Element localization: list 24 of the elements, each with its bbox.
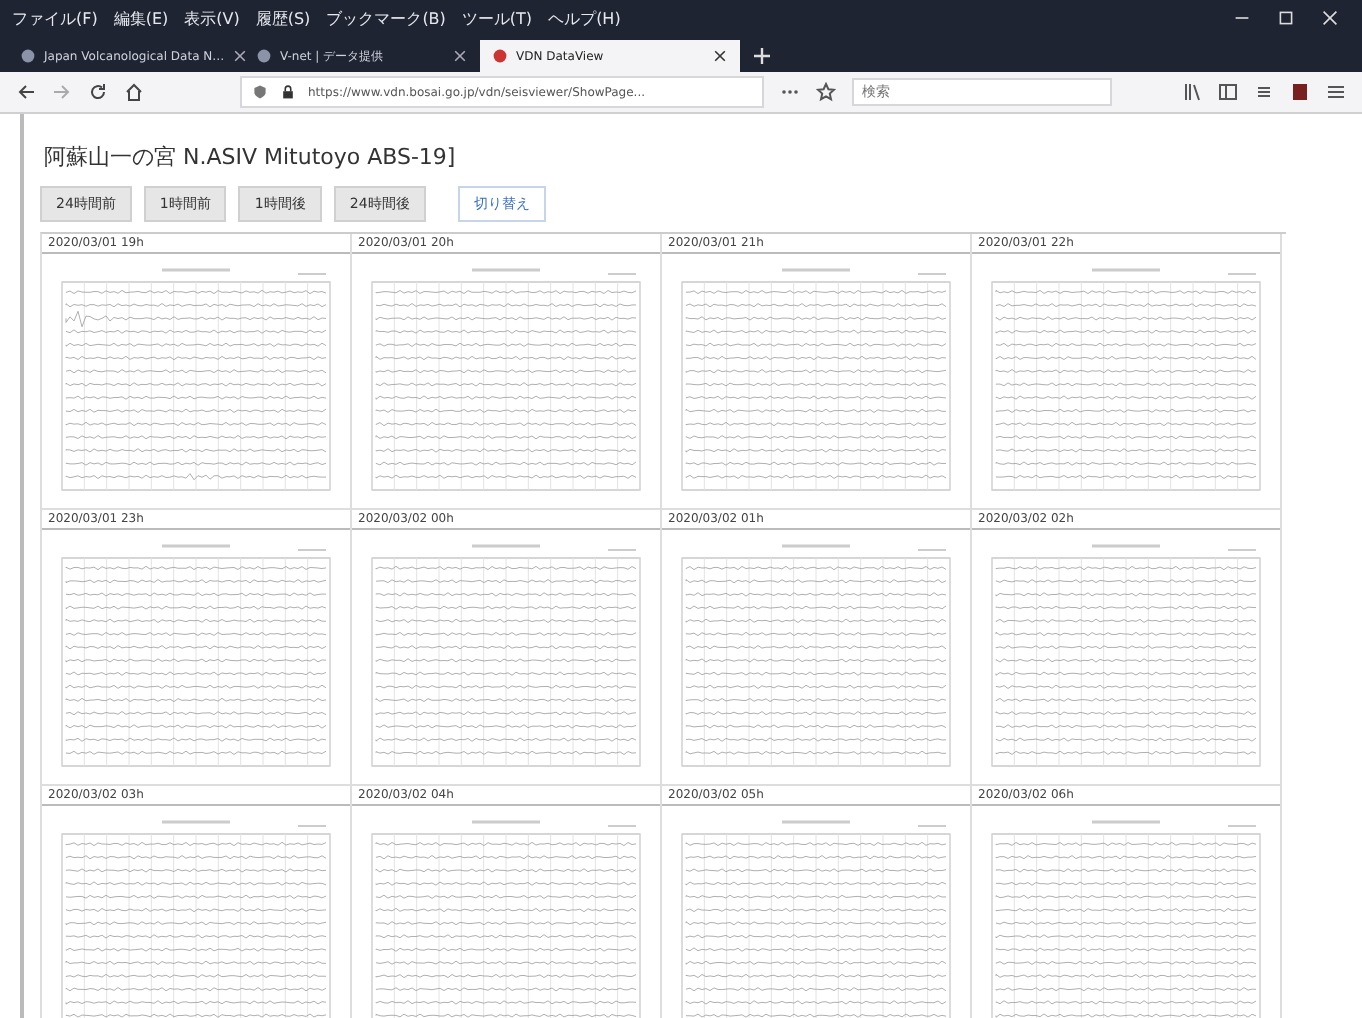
site-icon	[20, 48, 36, 64]
menu-item[interactable]: 編集(E)	[113, 7, 169, 29]
home-icon[interactable]	[124, 82, 144, 102]
close-tab-icon[interactable]	[712, 48, 728, 64]
maximize-icon[interactable]	[1278, 10, 1294, 26]
menu-item[interactable]: 履歴(S)	[255, 7, 311, 29]
sidebar-icon[interactable]	[1218, 82, 1238, 102]
reload-icon[interactable]	[88, 82, 108, 102]
page-title: 阿蘇山一の宮 N.ASIV Mitutoyo ABS-19]	[44, 142, 458, 172]
menu-item[interactable]: ツール(T)	[461, 7, 533, 29]
new-tab-icon[interactable]	[752, 46, 772, 66]
menu-icon[interactable]	[1326, 82, 1346, 102]
library-icon[interactable]	[1182, 82, 1202, 102]
close-tab-icon[interactable]	[232, 48, 249, 64]
close-icon[interactable]	[1322, 10, 1338, 26]
menu-item[interactable]: ファイル(F)	[12, 7, 98, 29]
close-tab-icon[interactable]	[452, 48, 468, 64]
menu-item[interactable]: ヘルプ(H)	[548, 7, 621, 29]
site-icon	[256, 48, 272, 64]
menu-item[interactable]: 表示(V)	[184, 7, 240, 29]
star-icon[interactable]	[816, 82, 836, 102]
back-icon[interactable]	[16, 82, 36, 102]
site-icon	[492, 48, 508, 64]
menu-item[interactable]: ブックマーク(B)	[326, 7, 446, 29]
